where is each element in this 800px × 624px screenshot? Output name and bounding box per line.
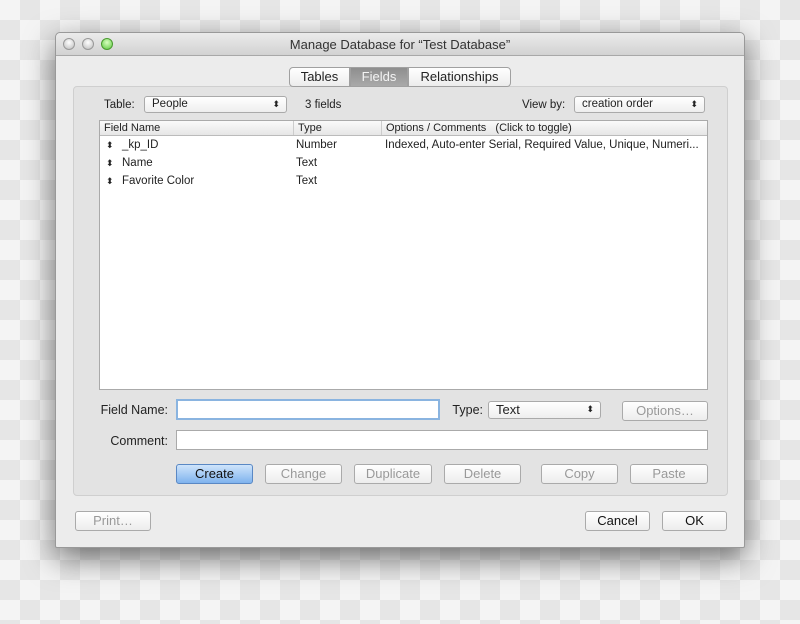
delete-button[interactable]: Delete bbox=[444, 464, 521, 484]
drag-handle-icon[interactable]: ⬍ bbox=[106, 154, 114, 172]
list-header: Field Name Type Options / Comments (Clic… bbox=[100, 121, 707, 136]
cancel-button[interactable]: Cancel bbox=[585, 511, 650, 531]
drag-handle-icon[interactable]: ⬍ bbox=[106, 136, 114, 154]
change-button[interactable]: Change bbox=[265, 464, 342, 484]
field-count: 3 fields bbox=[305, 99, 342, 111]
table-select[interactable]: People ⬍ bbox=[144, 96, 287, 113]
field-name: _kp_ID bbox=[122, 139, 159, 151]
field-type: Number bbox=[296, 139, 337, 151]
field-name: Name bbox=[122, 157, 153, 169]
create-button[interactable]: Create bbox=[176, 464, 253, 484]
field-name-input[interactable] bbox=[176, 399, 440, 420]
paste-button[interactable]: Paste bbox=[630, 464, 708, 484]
type-select-value: Text bbox=[496, 402, 520, 417]
header-type[interactable]: Type bbox=[293, 121, 322, 135]
table-label: Table: bbox=[104, 99, 135, 111]
options-button[interactable]: Options… bbox=[622, 401, 708, 421]
ok-button[interactable]: OK bbox=[662, 511, 727, 531]
header-options[interactable]: Options / Comments (Click to toggle) bbox=[381, 121, 572, 135]
field-name-label: Field Name: bbox=[100, 403, 168, 417]
comment-input[interactable] bbox=[176, 430, 708, 450]
type-label: Type: bbox=[452, 403, 483, 417]
viewby-select[interactable]: creation order ⬍ bbox=[574, 96, 705, 113]
list-row[interactable]: ⬍ Favorite Color Text bbox=[100, 172, 707, 190]
tab-relationships[interactable]: Relationships bbox=[408, 67, 511, 87]
title-bar[interactable]: Manage Database for “Test Database” bbox=[56, 33, 744, 56]
tab-fields[interactable]: Fields bbox=[350, 67, 408, 87]
comment-label: Comment: bbox=[110, 434, 168, 448]
field-name: Favorite Color bbox=[122, 175, 195, 187]
window-title: Manage Database for “Test Database” bbox=[289, 37, 511, 52]
print-button[interactable]: Print… bbox=[75, 511, 151, 531]
drag-handle-icon[interactable]: ⬍ bbox=[106, 172, 114, 190]
list-row[interactable]: ⬍ _kp_ID Number Indexed, Auto-enter Seri… bbox=[100, 136, 707, 154]
field-type: Text bbox=[296, 157, 318, 169]
viewby-select-value: creation order bbox=[582, 98, 653, 110]
viewby-label: View by: bbox=[522, 99, 566, 111]
list-row[interactable]: ⬍ Name Text bbox=[100, 154, 707, 172]
updown-arrows-icon: ⬍ bbox=[586, 404, 594, 414]
field-type: Text bbox=[296, 175, 318, 187]
copy-button[interactable]: Copy bbox=[541, 464, 618, 484]
fields-list[interactable]: Field Name Type Options / Comments (Clic… bbox=[99, 120, 708, 390]
type-select[interactable]: Text ⬍ bbox=[488, 401, 601, 419]
manage-database-dialog: Manage Database for “Test Database” Tabl… bbox=[55, 32, 745, 548]
table-select-value: People bbox=[152, 98, 188, 110]
tab-tables[interactable]: Tables bbox=[289, 67, 350, 87]
updown-arrows-icon: ⬍ bbox=[690, 99, 698, 109]
duplicate-button[interactable]: Duplicate bbox=[354, 464, 432, 484]
header-field-name[interactable]: Field Name bbox=[100, 121, 160, 135]
field-options: Indexed, Auto-enter Serial, Required Val… bbox=[385, 139, 699, 151]
updown-arrows-icon: ⬍ bbox=[272, 99, 280, 109]
